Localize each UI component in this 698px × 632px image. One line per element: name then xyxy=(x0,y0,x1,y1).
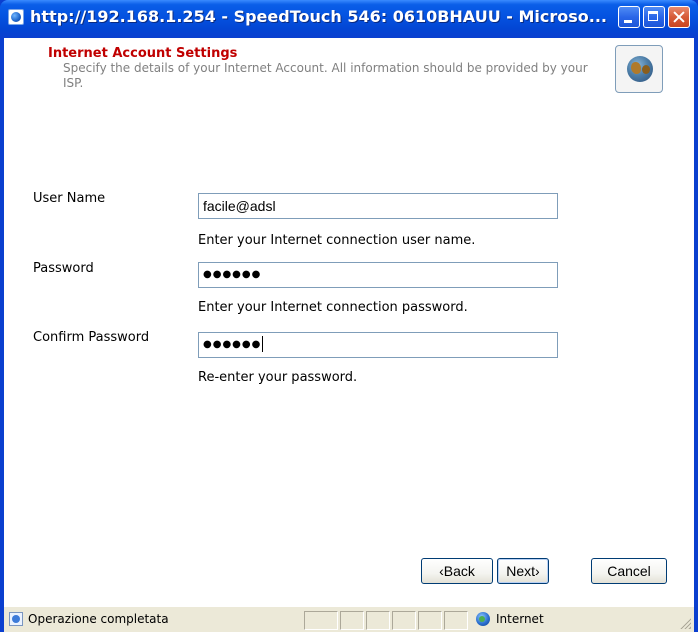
globe-icon xyxy=(627,56,653,82)
page-title: Internet Account Settings xyxy=(48,46,238,61)
confirm-password-hint: Re-enter your password. xyxy=(198,370,358,385)
status-pane xyxy=(418,611,442,630)
title-bar[interactable]: http://192.168.1.254 - SpeedTouch 546: 0… xyxy=(0,0,698,38)
username-label: User Name xyxy=(33,191,106,206)
globe-icon-frame xyxy=(615,45,663,93)
confirm-password-value: ●●●●●● xyxy=(203,339,262,350)
confirm-password-input[interactable]: ●●●●●● xyxy=(198,332,558,358)
next-button[interactable]: Next› xyxy=(497,558,549,584)
page-description: Specify the details of your Internet Acc… xyxy=(63,61,588,90)
password-input[interactable]: ●●●●●● xyxy=(198,262,558,288)
ie-page-icon xyxy=(8,9,24,25)
maximize-button[interactable] xyxy=(643,6,665,28)
minimize-button[interactable] xyxy=(618,6,640,28)
window-title: http://192.168.1.254 - SpeedTouch 546: 0… xyxy=(30,7,607,26)
status-bar: Operazione completata Internet xyxy=(4,606,694,632)
close-button[interactable] xyxy=(668,6,690,28)
status-pane xyxy=(340,611,364,630)
status-pane xyxy=(392,611,416,630)
status-text: Operazione completata xyxy=(28,612,169,626)
username-hint: Enter your Internet connection user name… xyxy=(198,233,476,248)
password-hint: Enter your Internet connection password. xyxy=(198,300,468,315)
security-zone-text: Internet xyxy=(496,612,544,626)
status-pane xyxy=(366,611,390,630)
status-pane xyxy=(304,611,338,630)
page-done-icon xyxy=(9,612,23,626)
page-content xyxy=(4,38,694,606)
status-pane xyxy=(444,611,468,630)
back-button[interactable]: ‹Back xyxy=(421,558,493,584)
password-label: Password xyxy=(33,261,94,276)
text-caret xyxy=(262,336,264,352)
username-input[interactable]: facile@adsl xyxy=(198,193,558,219)
resize-grip[interactable] xyxy=(679,617,691,629)
cancel-button[interactable]: Cancel xyxy=(591,558,667,584)
internet-zone-icon xyxy=(476,612,490,626)
confirm-password-label: Confirm Password xyxy=(33,330,150,345)
browser-window: http://192.168.1.254 - SpeedTouch 546: 0… xyxy=(0,0,698,632)
